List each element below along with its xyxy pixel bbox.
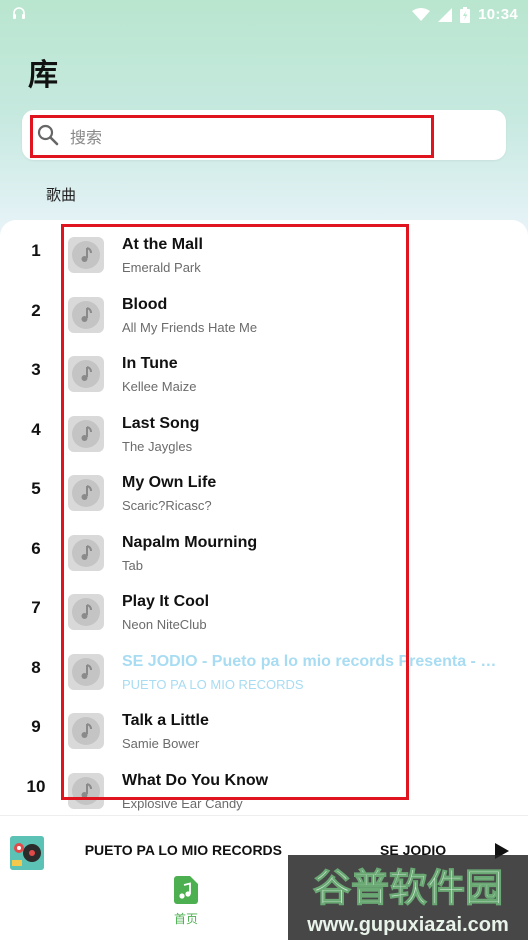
song-row[interactable]: 8 SE JODIO - Pueto pa lo mio records Pres… [0,642,528,702]
song-row[interactable]: 4 Last Song The Jaygles [0,404,528,464]
song-artist: Samie Bower [122,736,200,751]
signal-icon [438,7,453,22]
song-index: 1 [31,241,41,260]
home-music-icon [174,876,198,904]
song-index: 6 [31,538,41,558]
song-album-art [68,594,104,630]
album-art-icon [10,836,44,870]
song-title: What Do You Know [122,771,269,789]
song-title: Talk a Little [122,712,209,729]
player-album-art[interactable] [10,836,44,870]
status-time: 10:34 [478,6,518,23]
tab-home[interactable]: 首页 [160,876,212,936]
song-album-art [68,534,104,571]
music-note-icon [72,241,100,269]
site-watermark: 谷普软件园 www.gupuxiazai.com [288,855,528,940]
song-list[interactable]: 1 At the Mall Emerald Park 2 Blood All My Fri… [0,220,528,815]
song-album-art [68,296,104,333]
song-title: At the Mall [122,236,203,253]
battery-icon [460,6,471,23]
song-artist: Tab [122,557,143,573]
tab-home-label: 首页 [173,912,198,926]
song-artist: All My Friends Hate Me [122,319,258,335]
song-artist: The Jaygles [122,438,193,454]
section-label-songs: 歌曲 [46,186,77,204]
song-album-art [68,356,104,392]
song-index: 4 [31,419,41,439]
music-note-icon [72,776,100,805]
song-index: 10 [26,776,46,796]
song-artist: Scaric?Ricasc? [122,498,212,513]
page-title: 库 [28,58,58,93]
song-row[interactable]: 10 What Do You Know Explosive Ear Candy [0,761,528,816]
song-index: 8 [31,657,41,677]
music-note-icon [72,538,100,567]
music-note-icon [72,598,100,626]
search-input[interactable] [70,124,410,150]
song-title: SE JODIO - Pueto pa lo mio records Prese… [122,652,502,670]
song-title: In Tune [122,355,178,372]
song-row[interactable]: 6 Napalm Mourning Tab [0,523,528,583]
music-note-icon [72,360,100,388]
song-row[interactable]: 1 At the Mall Emerald Park [0,225,528,285]
headphones-icon [13,7,25,19]
song-row[interactable]: 7 Play It Cool Neon NiteClub [0,582,528,642]
song-artist: Kellee Maize [122,379,197,394]
music-note-icon [72,419,100,448]
song-album-art [68,475,104,511]
song-artist: Emerald Park [122,260,201,275]
song-title: Napalm Mourning [122,533,258,551]
song-album-art [68,653,104,690]
song-row[interactable]: 5 My Own Life Scaric?Ricasc? [0,463,528,523]
song-album-art [68,772,104,809]
song-title: Play It Cool [122,593,210,610]
song-index: 9 [31,717,41,736]
song-artist: PUETO PA LO MIO RECORDS [122,676,304,692]
song-index: 5 [31,479,41,498]
svg-text:www.gupuxiazai.com: www.gupuxiazai.com [306,914,509,936]
song-artist: Neon NiteClub [122,617,207,632]
player-artist[interactable]: PUETO PA LO MIO RECORDS [52,842,282,858]
music-note-icon [72,657,100,686]
svg-text:谷普软件园: 谷普软件园 [313,866,503,910]
music-note-icon [72,717,100,745]
song-title: Last Song [122,414,200,432]
song-album-art [68,713,104,749]
music-note-icon [72,479,100,507]
search-icon[interactable] [36,123,60,147]
song-index: 7 [31,598,41,617]
song-title: My Own Life [122,474,217,491]
wifi-icon [412,7,431,21]
song-index: 3 [31,360,41,379]
song-album-art [68,237,104,273]
status-bar: 10:34 [0,0,528,30]
song-row[interactable]: 3 In Tune Kellee Maize [0,344,528,404]
song-album-art [68,415,104,452]
song-title: Blood [122,295,168,313]
song-row[interactable]: 2 Blood All My Friends Hate Me [0,285,528,345]
music-note-icon [72,300,100,329]
song-row[interactable]: 9 Talk a Little Samie Bower [0,701,528,761]
song-index: 2 [31,300,41,320]
song-artist: Explosive Ear Candy [122,795,243,811]
